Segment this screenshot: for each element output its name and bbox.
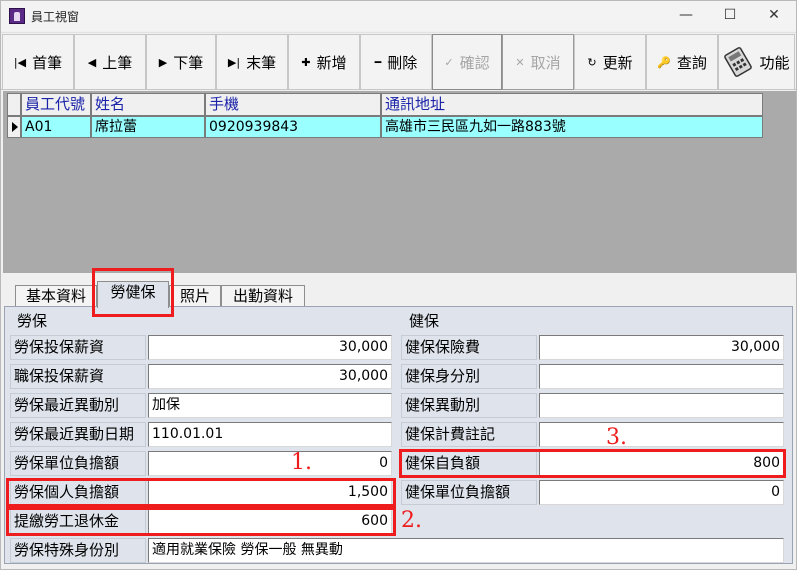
health-self-pay-label: 健保自負額 xyxy=(401,451,537,476)
current-row-indicator-icon xyxy=(7,116,21,138)
health-self-pay-field[interactable]: 800 xyxy=(539,451,784,476)
delete-label: 刪除 xyxy=(387,53,418,72)
query-label: 查詢 xyxy=(676,53,707,72)
tab-insurance[interactable]: 勞健保 xyxy=(97,281,169,308)
labor-personal-share-label: 勞保個人負擔額 xyxy=(10,480,146,505)
close-button[interactable]: ✕ xyxy=(751,1,797,31)
insurance-panel: 勞保 健保 勞保投保薪資 30,000 職保投保薪資 30,000 勞保最近異動… xyxy=(4,306,793,564)
refresh-button[interactable]: ↻ 更新 xyxy=(574,34,646,90)
cell-name[interactable]: 席拉蕾 xyxy=(91,116,205,138)
labor-insured-salary-label: 勞保投保薪資 xyxy=(10,335,146,360)
title-bar: 員工視窗 — ☐ ✕ xyxy=(1,1,796,31)
health-premium-field[interactable]: 30,000 xyxy=(539,335,784,360)
occupational-insured-salary-field[interactable]: 30,000 xyxy=(148,364,392,389)
app-icon xyxy=(9,8,25,24)
labor-employer-share-label: 勞保單位負擔額 xyxy=(10,451,146,476)
last-record-button[interactable]: ▶| 末筆 xyxy=(216,34,288,90)
first-record-button[interactable]: |◀ 首筆 xyxy=(2,34,74,90)
key-icon: 🔑 xyxy=(657,55,671,69)
labor-insurance-title: 勞保 xyxy=(17,312,48,330)
prev-icon: ◀ xyxy=(87,55,97,69)
pension-contribution-field[interactable]: 600 xyxy=(148,509,392,534)
column-header-phone[interactable]: 手機 xyxy=(205,93,381,116)
column-header-id[interactable]: 員工代號 xyxy=(21,93,91,116)
add-button[interactable]: ✚ 新增 xyxy=(288,34,360,90)
tab-photo[interactable]: 照片 xyxy=(169,285,221,307)
labor-latest-change-type-field[interactable]: 加保 xyxy=(148,393,392,418)
add-label: 新增 xyxy=(316,53,347,72)
next-record-label: 下筆 xyxy=(173,53,204,72)
toolbar: |◀ 首筆 ◀ 上筆 ▶ 下筆 ▶| 末筆 ✚ 新增 ━ 刪除 ✓ 確認 ✕ 取 xyxy=(1,32,796,90)
tab-strip: 基本資料 勞健保 照片 出勤資料 xyxy=(1,273,796,308)
query-button[interactable]: 🔑 查詢 xyxy=(646,34,718,90)
labor-special-status-label: 勞保特殊身份別 xyxy=(10,538,146,563)
cell-phone[interactable]: 0920939843 xyxy=(205,116,381,138)
health-insurance-title: 健保 xyxy=(409,312,440,330)
minus-icon: ━ xyxy=(374,55,382,69)
tab-attendance[interactable]: 出勤資料 xyxy=(221,285,305,307)
employee-window: 員工視窗 — ☐ ✕ |◀ 首筆 ◀ 上筆 ▶ 下筆 ▶| 末筆 ✚ 新增 ━ … xyxy=(0,0,797,570)
labor-latest-change-date-label: 勞保最近異動日期 xyxy=(10,422,146,447)
health-employer-share-field[interactable]: 0 xyxy=(539,480,784,505)
health-change-type-label: 健保異動別 xyxy=(401,393,537,418)
labor-insured-salary-field[interactable]: 30,000 xyxy=(148,335,392,360)
pension-contribution-label: 提繳勞工退休金 xyxy=(10,509,146,534)
cancel-label: 取消 xyxy=(530,53,561,72)
health-identity-label: 健保身分別 xyxy=(401,364,537,389)
annotation-1: 1. xyxy=(291,450,312,475)
annotation-3: 3. xyxy=(606,425,627,450)
cell-address[interactable]: 高雄市三民區九如一路883號 xyxy=(381,116,763,138)
check-icon: ✓ xyxy=(444,55,454,69)
maximize-button[interactable]: ☐ xyxy=(707,1,753,31)
next-record-button[interactable]: ▶ 下筆 xyxy=(146,34,216,90)
health-identity-field[interactable] xyxy=(539,364,784,389)
occupational-insured-salary-label: 職保投保薪資 xyxy=(10,364,146,389)
cancel-icon: ✕ xyxy=(515,55,525,69)
column-header-address[interactable]: 通訊地址 xyxy=(381,93,763,116)
prev-record-label: 上筆 xyxy=(102,53,133,72)
first-icon: |◀ xyxy=(13,55,27,69)
cancel-button[interactable]: ✕ 取消 xyxy=(502,34,574,90)
last-record-label: 末筆 xyxy=(246,53,277,72)
header-indicator-cell xyxy=(7,93,21,116)
confirm-button[interactable]: ✓ 確認 xyxy=(432,34,502,90)
column-header-name[interactable]: 姓名 xyxy=(91,93,205,116)
labor-special-status-field[interactable]: 適用就業保險 勞保一般 無異動 xyxy=(148,538,784,563)
function-button[interactable]: 功能 xyxy=(718,34,795,90)
plus-icon: ✚ xyxy=(301,55,311,69)
first-record-label: 首筆 xyxy=(32,53,63,72)
calculator-icon xyxy=(724,47,753,77)
health-change-type-field[interactable] xyxy=(539,393,784,418)
health-billing-note-label: 健保計費註記 xyxy=(401,422,537,447)
labor-employer-share-field[interactable]: 0 xyxy=(148,451,392,476)
prev-record-button[interactable]: ◀ 上筆 xyxy=(74,34,146,90)
refresh-label: 更新 xyxy=(602,53,633,72)
minimize-button[interactable]: — xyxy=(663,1,709,31)
delete-button[interactable]: ━ 刪除 xyxy=(360,34,432,90)
last-icon: ▶| xyxy=(227,55,241,69)
cell-employee-id[interactable]: A01 xyxy=(21,116,91,138)
health-employer-share-label: 健保單位負擔額 xyxy=(401,480,537,505)
function-label: 功能 xyxy=(759,53,790,72)
labor-latest-change-type-label: 勞保最近異動別 xyxy=(10,393,146,418)
labor-latest-change-date-field[interactable]: 110.01.01 xyxy=(148,422,392,447)
annotation-2: 2. xyxy=(401,508,422,533)
confirm-label: 確認 xyxy=(459,53,490,72)
refresh-icon: ↻ xyxy=(587,55,597,69)
labor-personal-share-field[interactable]: 1,500 xyxy=(148,480,392,505)
health-billing-note-field[interactable] xyxy=(539,422,784,447)
next-icon: ▶ xyxy=(158,55,168,69)
tab-basic-info[interactable]: 基本資料 xyxy=(15,285,97,307)
health-premium-label: 健保保險費 xyxy=(401,335,537,360)
window-title: 員工視窗 xyxy=(31,10,80,24)
employee-grid[interactable]: 員工代號 姓名 手機 通訊地址 A01 席拉蕾 0920939843 高雄市三民… xyxy=(3,91,796,273)
